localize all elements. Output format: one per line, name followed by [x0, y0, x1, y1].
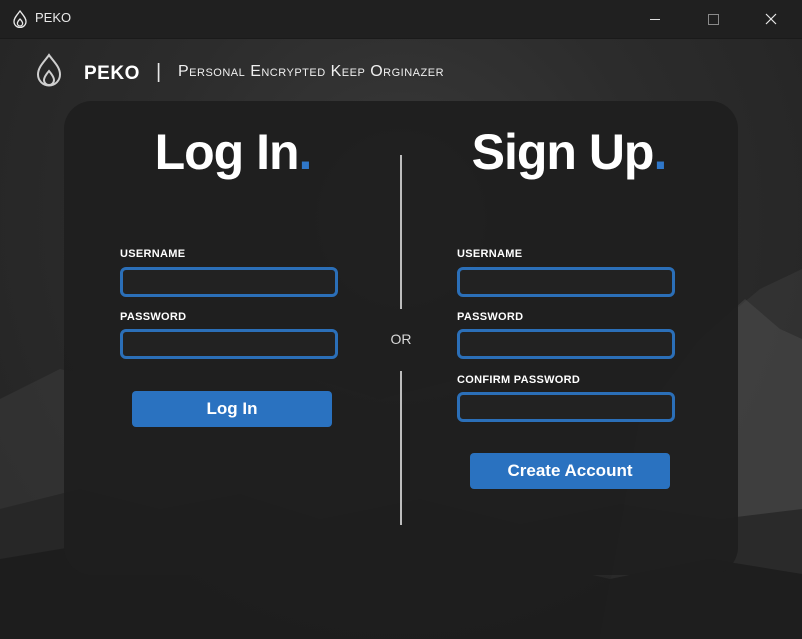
login-username-label: USERNAME — [120, 248, 186, 260]
maximize-icon — [707, 13, 719, 25]
signup-confirm-input[interactable] — [457, 392, 675, 422]
login-password-label: PASSWORD — [120, 311, 187, 323]
header-separator: | — [156, 61, 162, 83]
close-icon — [765, 13, 777, 25]
minimize-icon — [650, 18, 660, 20]
window-title: PEKO — [35, 10, 72, 25]
login-button[interactable]: Log In — [132, 391, 332, 427]
signup-username-label: USERNAME — [457, 248, 523, 260]
app-subtitle: Personal Encrypted Keep Orginazer — [178, 63, 445, 80]
maximize-button[interactable] — [684, 0, 742, 38]
signup-heading: Sign Up. — [458, 123, 680, 181]
window-titlebar: PEKO — [0, 0, 802, 39]
close-button[interactable] — [742, 0, 800, 38]
login-heading-text: Log In — [154, 124, 300, 180]
login-heading: Log In. — [144, 123, 322, 181]
signup-heading-text: Sign Up — [471, 124, 655, 180]
login-password-input[interactable] — [120, 329, 338, 359]
create-account-button[interactable]: Create Account — [470, 453, 670, 489]
flame-icon — [13, 10, 27, 28]
signup-confirm-label: CONFIRM PASSWORD — [457, 374, 581, 386]
auth-card: Log In. USERNAME PASSWORD Log In OR Sign… — [64, 101, 738, 575]
divider-bottom — [400, 371, 402, 525]
or-label: OR — [390, 331, 412, 347]
login-username-input[interactable] — [120, 267, 338, 297]
signup-password-label: PASSWORD — [457, 311, 524, 323]
app-name: PEKO — [84, 63, 140, 84]
signup-username-input[interactable] — [457, 267, 675, 297]
app-content: PEKO | Personal Encrypted Keep Orginazer… — [0, 39, 802, 639]
minimize-button[interactable] — [626, 0, 684, 38]
flame-logo-icon — [36, 53, 62, 87]
signup-password-input[interactable] — [457, 329, 675, 359]
signup-heading-dot: . — [653, 124, 667, 180]
divider-top — [400, 155, 402, 309]
login-heading-dot: . — [298, 124, 313, 180]
